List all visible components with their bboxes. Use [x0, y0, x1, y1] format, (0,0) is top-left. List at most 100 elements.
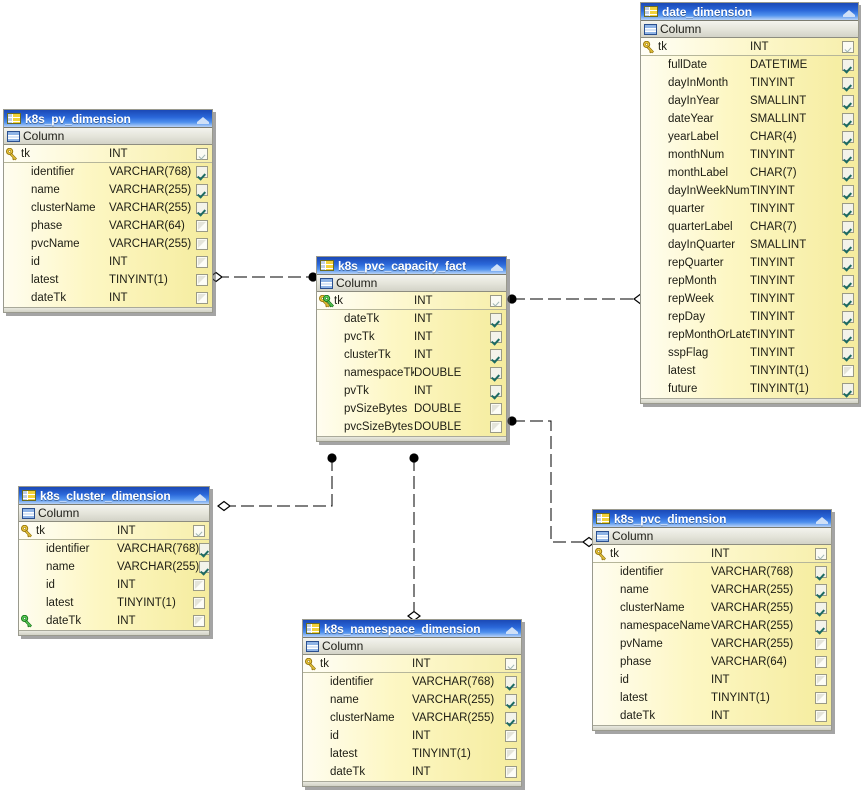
column-notnull-checkbox[interactable]: [842, 40, 854, 53]
column-row[interactable]: dateTk INT: [317, 310, 506, 328]
column-row[interactable]: dateTk INT: [19, 612, 209, 630]
column-notnull-checkbox[interactable]: [505, 657, 517, 670]
column-notnull-checkbox[interactable]: [842, 185, 854, 197]
collapse-chevron-icon[interactable]: [193, 490, 207, 502]
table-k8s_namespace_dimension[interactable]: k8s_namespace_dimension Column tk INT identi…: [302, 619, 522, 787]
column-notnull-checkbox[interactable]: [815, 656, 827, 668]
table-k8s_cluster_dimension[interactable]: k8s_cluster_dimension Column tk INT identifi…: [18, 486, 210, 636]
column-notnull-checkbox[interactable]: [842, 275, 854, 287]
column-notnull-checkbox[interactable]: [490, 403, 502, 415]
column-notnull-checkbox[interactable]: [815, 638, 827, 650]
column-row[interactable]: name VARCHAR(255): [19, 558, 209, 576]
columns-group-header[interactable]: Column: [303, 638, 521, 655]
column-row[interactable]: dayInQuarter SMALLINT: [641, 236, 858, 254]
column-notnull-checkbox[interactable]: [505, 712, 517, 724]
column-notnull-checkbox[interactable]: [815, 710, 827, 722]
column-notnull-checkbox[interactable]: [842, 77, 854, 89]
column-notnull-checkbox[interactable]: [815, 602, 827, 614]
column-row[interactable]: tk INT: [4, 145, 212, 163]
relationship-fact-to-namespace[interactable]: [407, 453, 421, 622]
column-row[interactable]: pvcSizeBytes DOUBLE: [317, 418, 506, 436]
column-row[interactable]: phase VARCHAR(64): [593, 653, 831, 671]
table-k8s_pvc_capacity_fact[interactable]: k8s_pvc_capacity_fact Column tk INT dateTk IN…: [316, 256, 507, 442]
column-notnull-checkbox[interactable]: [815, 584, 827, 596]
column-notnull-checkbox[interactable]: [196, 256, 208, 268]
column-row[interactable]: repDay TINYINT: [641, 308, 858, 326]
column-notnull-checkbox[interactable]: [842, 203, 854, 215]
table-title-bar[interactable]: date_dimension: [641, 3, 858, 21]
table-title-bar[interactable]: k8s_namespace_dimension: [303, 620, 521, 638]
column-row[interactable]: monthLabel CHAR(7): [641, 164, 858, 182]
column-notnull-checkbox[interactable]: [842, 347, 854, 359]
column-row[interactable]: name VARCHAR(255): [593, 581, 831, 599]
column-notnull-checkbox[interactable]: [505, 766, 517, 778]
relationship-pv-to-fact[interactable]: [209, 271, 318, 283]
relationship-fact-to-date[interactable]: [507, 293, 647, 305]
column-row[interactable]: repMonthOrLatestTINYINT: [641, 326, 858, 344]
collapse-chevron-icon[interactable]: [490, 260, 504, 272]
column-notnull-checkbox[interactable]: [193, 524, 205, 537]
column-notnull-checkbox[interactable]: [199, 561, 209, 573]
column-row[interactable]: yearLabel CHAR(4): [641, 128, 858, 146]
column-notnull-checkbox[interactable]: [842, 293, 854, 305]
column-row[interactable]: future TINYINT(1): [641, 380, 858, 398]
column-notnull-checkbox[interactable]: [505, 748, 517, 760]
column-row[interactable]: dayInWeekNum TINYINT: [641, 182, 858, 200]
column-notnull-checkbox[interactable]: [196, 292, 208, 304]
column-notnull-checkbox[interactable]: [490, 294, 502, 307]
column-row[interactable]: tk INT: [317, 292, 506, 310]
table-title-bar[interactable]: k8s_pvc_capacity_fact: [317, 257, 506, 275]
column-row[interactable]: pvcName VARCHAR(255): [4, 235, 212, 253]
column-notnull-checkbox[interactable]: [842, 311, 854, 323]
column-row[interactable]: id INT: [19, 576, 209, 594]
column-row[interactable]: dateTk INT: [593, 707, 831, 725]
column-notnull-checkbox[interactable]: [505, 694, 517, 706]
column-row[interactable]: identifier VARCHAR(768): [593, 563, 831, 581]
column-notnull-checkbox[interactable]: [815, 620, 827, 632]
column-row[interactable]: quarter TINYINT: [641, 200, 858, 218]
table-date_dimension[interactable]: date_dimension Column tk INT fullDate DATETIM…: [640, 2, 859, 404]
column-notnull-checkbox[interactable]: [196, 220, 208, 232]
column-notnull-checkbox[interactable]: [490, 331, 502, 343]
column-notnull-checkbox[interactable]: [505, 730, 517, 742]
table-title-bar[interactable]: k8s_cluster_dimension: [19, 487, 209, 505]
column-notnull-checkbox[interactable]: [196, 202, 208, 214]
column-notnull-checkbox[interactable]: [842, 59, 854, 71]
column-row[interactable]: clusterName VARCHAR(255): [593, 599, 831, 617]
column-row[interactable]: latest TINYINT(1): [641, 362, 858, 380]
column-notnull-checkbox[interactable]: [196, 274, 208, 286]
column-notnull-checkbox[interactable]: [196, 184, 208, 196]
columns-group-header[interactable]: Column: [4, 128, 212, 145]
column-row[interactable]: repWeek TINYINT: [641, 290, 858, 308]
column-row[interactable]: clusterTk INT: [317, 346, 506, 364]
column-row[interactable]: tk INT: [641, 38, 858, 56]
collapse-chevron-icon[interactable]: [196, 113, 210, 125]
column-notnull-checkbox[interactable]: [193, 597, 205, 609]
column-notnull-checkbox[interactable]: [490, 421, 502, 433]
column-notnull-checkbox[interactable]: [196, 166, 208, 178]
column-notnull-checkbox[interactable]: [842, 383, 854, 395]
column-row[interactable]: namespaceName VARCHAR(255): [593, 617, 831, 635]
column-row[interactable]: latest TINYINT(1): [303, 745, 521, 763]
column-notnull-checkbox[interactable]: [842, 167, 854, 179]
column-row[interactable]: id INT: [593, 671, 831, 689]
column-row[interactable]: dateTk INT: [4, 289, 212, 307]
column-row[interactable]: tk INT: [19, 522, 209, 540]
column-row[interactable]: clusterName VARCHAR(255): [303, 709, 521, 727]
column-notnull-checkbox[interactable]: [842, 131, 854, 143]
column-row[interactable]: id INT: [303, 727, 521, 745]
column-row[interactable]: namespaceTk DOUBLE: [317, 364, 506, 382]
column-notnull-checkbox[interactable]: [490, 313, 502, 325]
column-notnull-checkbox[interactable]: [842, 365, 854, 377]
column-row[interactable]: name VARCHAR(255): [4, 181, 212, 199]
column-row[interactable]: latest TINYINT(1): [19, 594, 209, 612]
column-notnull-checkbox[interactable]: [842, 329, 854, 341]
column-row[interactable]: pvName VARCHAR(255): [593, 635, 831, 653]
column-row[interactable]: dayInYear SMALLINT: [641, 92, 858, 110]
column-notnull-checkbox[interactable]: [842, 113, 854, 125]
column-notnull-checkbox[interactable]: [842, 149, 854, 161]
column-notnull-checkbox[interactable]: [842, 257, 854, 269]
collapse-chevron-icon[interactable]: [815, 513, 829, 525]
collapse-chevron-icon[interactable]: [842, 6, 856, 18]
column-notnull-checkbox[interactable]: [842, 221, 854, 233]
